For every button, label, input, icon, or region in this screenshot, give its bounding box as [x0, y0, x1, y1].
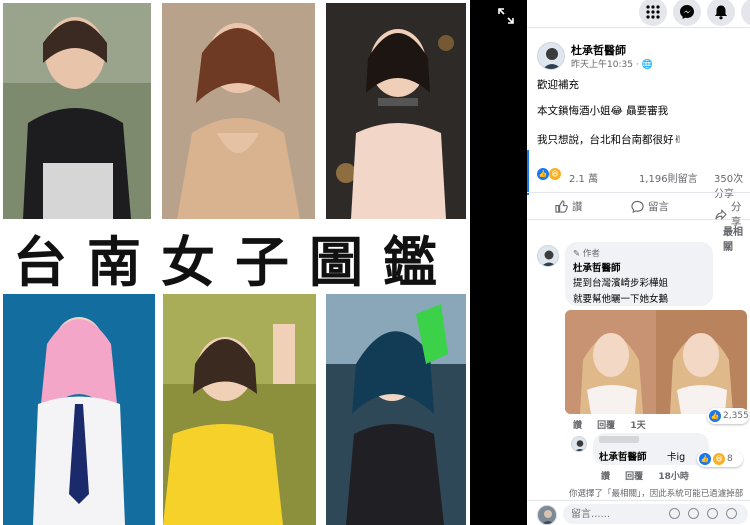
post-author[interactable]: 杜承哲醫師 — [571, 42, 626, 58]
reply-bubble: 杜承哲醫師 卡ig — [593, 433, 709, 465]
comment-author[interactable]: 杜承哲醫師 — [599, 449, 647, 463]
comment-bubble: ✎ 作者 杜承哲醫師 提到台灣濱崎步彩樺姐 就要幫他曬一下她女鵝 — [565, 242, 713, 306]
photo-top-left — [3, 3, 151, 219]
author-badge: ✎ 作者 — [573, 249, 600, 259]
composer-tools — [669, 508, 737, 519]
comment-meta: 讚 回覆 1天 — [573, 418, 658, 431]
post-text-line: 歡迎補充 — [537, 79, 579, 91]
comment-meta: 讚 回覆 18小時 — [601, 469, 701, 482]
comment-like-link[interactable]: 讚 — [601, 472, 610, 482]
post-actions: 讚 留言 分享 — [527, 192, 750, 228]
post-panel: 杜承哲醫師 昨天上午10:35 · 🌐 歡迎補充 本文鎖悔酒小姐😂 贔要審我 我… — [527, 0, 750, 525]
globe-icon: 🌐 — [641, 60, 653, 70]
emoji-icon[interactable] — [669, 508, 680, 519]
like-label: 讚 — [572, 201, 583, 213]
comment-time[interactable]: 1天 — [630, 421, 645, 431]
post-stats: 👍 😆 2.1 萬 1,196則留言 350次分享 — [537, 166, 750, 200]
comment-text: 提到台灣濱崎步彩樺姐 — [573, 278, 669, 289]
reactions-summary[interactable]: 👍 😆 — [537, 168, 561, 180]
my-avatar[interactable] — [537, 505, 557, 525]
like-reaction-icon: 👍 — [537, 168, 549, 180]
account-icon[interactable] — [741, 0, 750, 26]
comment-time[interactable]: 18小時 — [658, 472, 689, 482]
haha-reaction-icon: 😆 — [549, 168, 561, 180]
accent-bar — [527, 150, 529, 195]
commenter-avatar[interactable] — [537, 245, 559, 267]
comment-reply-link[interactable]: 回覆 — [597, 421, 615, 431]
post-text-line: 我只想說，台北和台南都很好✌ — [537, 134, 683, 146]
like-button[interactable]: 讚 — [555, 199, 583, 214]
photo-bottom-middle — [163, 294, 316, 525]
comment-like-link[interactable]: 讚 — [573, 421, 582, 431]
gif-icon[interactable] — [707, 508, 718, 519]
thumbs-up-icon — [555, 200, 568, 213]
like-reaction-icon: 👍 — [699, 453, 711, 465]
comment-reactions[interactable]: 👍 😆 8 — [697, 451, 743, 467]
comment-reaction-count: 8 — [727, 454, 733, 464]
commenter-avatar[interactable] — [571, 436, 587, 452]
blurred-text — [599, 436, 639, 443]
filter-notice: 你選擇了「最相關」，因此系統可能已過濾掉部 — [569, 489, 744, 499]
comment-composer — [527, 500, 750, 525]
media-viewer: 台南女子圖鑑 — [0, 0, 527, 525]
comment-count[interactable]: 1,196則留言 — [639, 170, 698, 185]
comment-reply-link[interactable]: 回覆 — [625, 472, 643, 482]
comment-image[interactable] — [565, 310, 747, 414]
comment-icon — [631, 200, 644, 213]
photo-top-right — [326, 3, 466, 219]
collage-title: 台南女子圖鑑 — [13, 230, 457, 294]
photo-top-middle — [162, 3, 315, 219]
photo-bottom-left — [3, 294, 155, 525]
haha-reaction-icon: 😆 — [713, 453, 725, 465]
expand-icon[interactable] — [496, 6, 516, 26]
comment-label: 留言 — [648, 201, 669, 213]
camera-icon[interactable] — [688, 508, 699, 519]
author-avatar[interactable] — [537, 42, 565, 70]
comment-text: 卡ig — [667, 452, 686, 463]
collage-image: 台南女子圖鑑 — [0, 0, 470, 525]
comment-button[interactable]: 留言 — [631, 199, 669, 214]
comment-reaction-count: 2,355 — [723, 411, 749, 421]
comment-text: 就要幫他曬一下她女鵝 — [573, 294, 669, 305]
share-icon — [715, 208, 727, 220]
pen-icon: ✎ — [573, 249, 583, 259]
photo-bottom-right — [326, 294, 466, 525]
top-bar — [527, 0, 750, 28]
post-header: 杜承哲醫師 昨天上午10:35 · 🌐 — [537, 42, 747, 72]
sticker-icon[interactable] — [726, 508, 737, 519]
reaction-count[interactable]: 2.1 萬 — [569, 170, 598, 185]
post-time[interactable]: 昨天上午10:35 · 🌐 — [571, 57, 653, 70]
comment-sort-dropdown[interactable]: 最相關 — [723, 223, 750, 253]
comment-author[interactable]: 杜承哲醫師 — [573, 260, 621, 274]
messenger-icon[interactable] — [673, 0, 701, 26]
like-reaction-icon: 👍 — [709, 410, 721, 422]
notifications-icon[interactable] — [707, 0, 735, 26]
post-text-line: 本文鎖悔酒小姐😂 贔要審我 — [537, 105, 669, 117]
comment-reactions[interactable]: 👍 2,355 — [707, 408, 749, 424]
menu-grid-icon[interactable] — [639, 0, 667, 26]
